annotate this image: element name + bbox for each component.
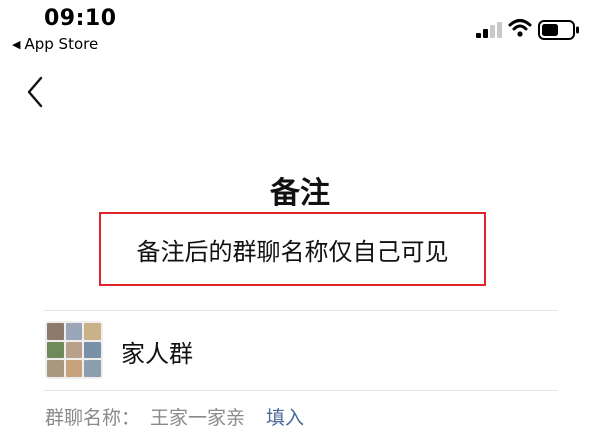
highlight-box [99, 212, 486, 286]
avatar-tile [47, 341, 64, 359]
avatar-tile [65, 341, 83, 359]
avatar-tile [47, 323, 64, 340]
divider-top [44, 310, 558, 311]
avatar-tile [84, 323, 101, 340]
group-name-label: 群聊名称： [45, 407, 141, 429]
group-name: 家人群 [121, 340, 193, 368]
cellular-signal-icon [476, 22, 502, 38]
wifi-icon [508, 19, 532, 37]
page-title: 备注 [270, 176, 330, 211]
fill-in-link[interactable]: 填入 [266, 403, 304, 430]
back-to-app-store[interactable]: ◀ App Store [12, 35, 98, 53]
divider-bottom [44, 390, 558, 391]
back-triangle-icon: ◀ [12, 37, 21, 51]
battery-icon [538, 20, 579, 40]
chevron-left-icon[interactable] [20, 74, 50, 110]
status-time: 09:10 [44, 6, 117, 31]
avatar-tile [65, 360, 83, 377]
avatar-tile [84, 341, 101, 359]
back-app-label: App Store [24, 35, 99, 53]
avatar-tile [84, 360, 101, 377]
avatar-tile [47, 360, 64, 377]
avatar-tile [65, 323, 83, 340]
group-name-value: 王家一家亲 [150, 407, 246, 429]
group-avatar [45, 321, 103, 379]
